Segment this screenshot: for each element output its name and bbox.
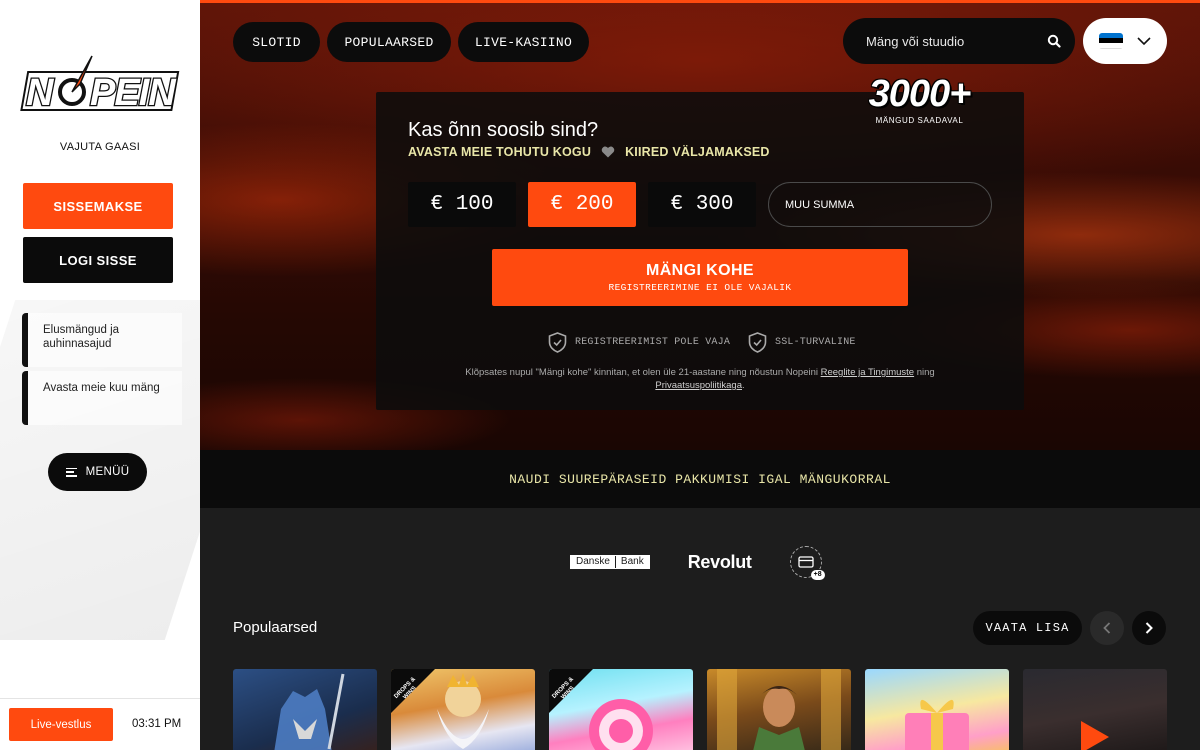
chevron-down-icon: [1137, 36, 1151, 45]
amount-100-button[interactable]: € 100: [408, 182, 516, 227]
section-title-popular: Populaarsed: [233, 619, 318, 636]
promo-banner: NAUDI SUUREPÄRASEID PAKKUMISI IGAL MÄNGU…: [200, 450, 1200, 508]
chevron-right-icon: [1145, 622, 1153, 634]
werewolf-art-icon: [274, 673, 345, 750]
game-card[interactable]: DROPS & WINS: [391, 669, 535, 750]
search-box: [843, 18, 1075, 64]
games-count-badge: 3000+ MÄNGUD SAADAVAL: [852, 74, 987, 125]
search-icon[interactable]: [1047, 34, 1061, 48]
play-now-label: MÄNGI KOHE: [646, 262, 754, 279]
login-button[interactable]: LOGI SISSE: [23, 237, 173, 283]
live-chat-button[interactable]: Live-vestlus: [9, 708, 113, 741]
amount-300-button[interactable]: € 300: [648, 182, 756, 227]
svg-text:N: N: [26, 72, 55, 114]
promo-game-of-month[interactable]: Avasta meie kuu mäng: [22, 371, 182, 425]
game-card[interactable]: [233, 669, 377, 750]
legal-suffix: .: [741, 380, 745, 391]
games-count-label: MÄNGUD SAADAVAL: [875, 116, 964, 125]
signup-panel: Kas õnn soosib sind? AVASTA MEIE TOHUTU …: [376, 92, 1024, 410]
panel-title: Kas õnn soosib sind?: [408, 119, 599, 141]
danske-part2: Bank: [615, 556, 649, 568]
subtitle-right: KIIRED VÄLJAMAKSED: [625, 145, 770, 159]
explorer-art-icon: [717, 669, 841, 750]
nopein-logo[interactable]: N PEIN: [18, 50, 183, 114]
promo-label: Avasta meie kuu mäng: [43, 382, 160, 394]
privacy-link[interactable]: Privaatsuspoliitikaga: [655, 380, 742, 391]
main-content: SLOTID POPULAARSED LIVE-KASIINO Kas õnn …: [200, 0, 1200, 750]
trust-label: REGISTREERIMIST POLE VAJA: [575, 337, 731, 348]
shield-check-icon: [748, 332, 767, 353]
carousel-next-button[interactable]: [1132, 611, 1166, 645]
game-card[interactable]: [707, 669, 851, 750]
danske-bank-logo: Danske Bank: [570, 555, 650, 569]
amount-200-button[interactable]: € 200: [528, 182, 636, 227]
tab-popular[interactable]: POPULAARSED: [327, 22, 451, 62]
view-more-button[interactable]: VAATA LISA: [973, 611, 1082, 645]
deposit-button[interactable]: SISSEMAKSE: [23, 183, 173, 229]
carousel-prev-button[interactable]: [1090, 611, 1124, 645]
game-card[interactable]: [865, 669, 1009, 750]
hero-section: SLOTID POPULAARSED LIVE-KASIINO Kas õnn …: [200, 0, 1200, 450]
menu-label: MENÜÜ: [85, 466, 130, 478]
language-selector[interactable]: [1083, 18, 1167, 64]
sidebar-tagline: VAJUTA GAASI: [59, 141, 141, 153]
game-card[interactable]: [1023, 669, 1167, 750]
play-now-sublabel: REGISTREERIMINE EI OLE VAJALIK: [608, 282, 792, 293]
sidebar: N PEIN VAJUTA GAASI SISSEMAKSE LOGI SISS…: [0, 0, 200, 750]
trust-no-registration: REGISTREERIMIST POLE VAJA: [548, 332, 730, 353]
games-count-number: 3000+: [868, 73, 972, 115]
subtitle-left: AVASTA MEIE TOHUTU KOGU: [408, 145, 592, 159]
gift-art-icon: [905, 699, 969, 750]
legal-prefix: Klõpsates nupul "Mängi kohe" kinnitan, e…: [465, 367, 821, 378]
more-payments-badge: +8: [810, 570, 825, 580]
panel-subtitle: AVASTA MEIE TOHUTU KOGU KIIRED VÄLJAMAKS…: [408, 145, 770, 159]
hamburger-icon: [65, 467, 77, 477]
menu-button[interactable]: MENÜÜ: [48, 453, 147, 491]
card-icon: [797, 556, 814, 568]
payment-methods: Danske Bank Revolut +8: [570, 546, 825, 580]
promo-live-games[interactable]: Elusmängud ja auhinnasajud: [22, 313, 182, 367]
terms-link[interactable]: Reeglite ja Tingimuste: [821, 367, 914, 378]
game-card[interactable]: DROPS & WINS: [549, 669, 693, 750]
heart-icon: [601, 146, 615, 158]
estonia-flag-icon: [1099, 33, 1123, 49]
legal-text: Klõpsates nupul "Mängi kohe" kinnitan, e…: [416, 366, 984, 392]
play-now-button[interactable]: MÄNGI KOHE REGISTREERIMINE EI OLE VAJALI…: [492, 249, 908, 306]
legal-mid: ning: [914, 367, 935, 378]
danske-part1: Danske: [571, 556, 615, 568]
play-art-icon: [1081, 721, 1109, 750]
more-payments-icon[interactable]: +8: [789, 546, 825, 580]
trust-ssl: SSL-TURVALINE: [748, 332, 856, 353]
chevron-left-icon: [1103, 622, 1111, 634]
lower-section: Danske Bank Revolut +8 Populaarsed VAATA …: [200, 508, 1200, 750]
svg-text:PEIN: PEIN: [90, 72, 177, 114]
tab-live-casino[interactable]: LIVE-KASIINO: [458, 22, 589, 62]
promo-label: Elusmängud ja auhinnasajud: [43, 324, 120, 350]
accent-topline: [200, 0, 1200, 3]
revolut-logo: Revolut: [687, 551, 752, 572]
custom-amount-input[interactable]: [768, 182, 992, 227]
sidebar-footer: Live-vestlus 03:31 PM: [0, 698, 200, 750]
clock: 03:31 PM: [132, 718, 182, 730]
shield-check-icon: [548, 332, 567, 353]
search-input[interactable]: [866, 33, 1047, 49]
tab-slots[interactable]: SLOTID: [233, 22, 320, 62]
trust-label: SSL-TURVALINE: [775, 337, 856, 348]
